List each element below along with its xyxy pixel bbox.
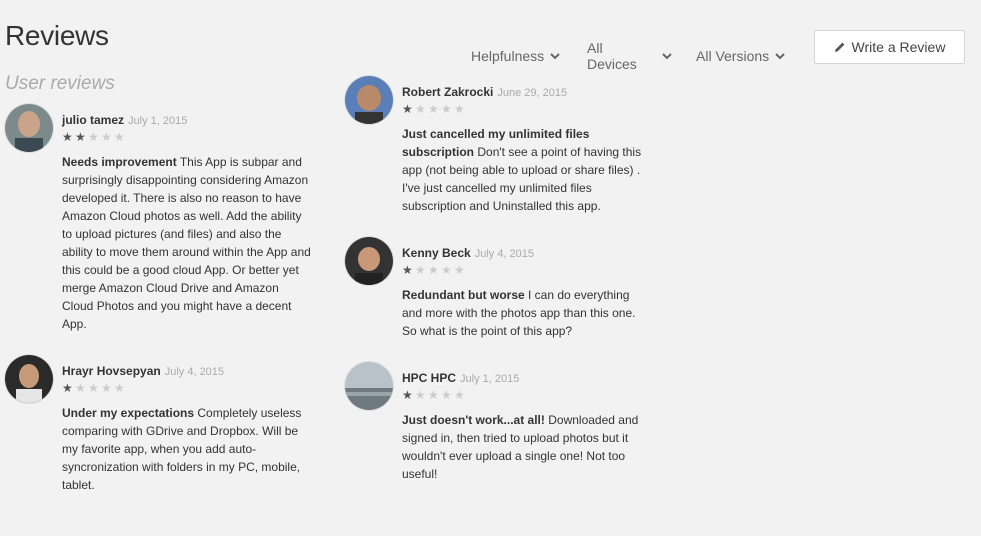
review-headline: Just doesn't work...at all!	[402, 413, 545, 427]
star-icon: ★	[428, 102, 439, 116]
chevron-down-icon	[662, 53, 672, 60]
review-date: July 1, 2015	[128, 115, 188, 127]
review-text: This App is subpar and surprisingly disa…	[62, 155, 311, 331]
star-rating: ★ ★ ★ ★ ★	[402, 389, 467, 401]
filter-versions-dropdown[interactable]: All Versions	[696, 40, 785, 72]
review-headline: Needs improvement	[62, 155, 177, 169]
review-body: Just doesn't work...at all! Downloaded a…	[402, 411, 652, 483]
filter-label: All Versions	[696, 48, 770, 64]
star-icon: ★	[75, 381, 86, 395]
star-icon: ★	[88, 130, 99, 144]
star-icon: ★	[101, 130, 112, 144]
star-icon: ★	[415, 102, 426, 116]
star-icon: ★	[415, 388, 426, 402]
chevron-down-icon	[550, 53, 560, 60]
star-icon: ★	[114, 130, 125, 144]
reviewer-name[interactable]: Kenny Beck	[402, 246, 471, 260]
review-body: Under my expectations Completely useless…	[62, 404, 312, 494]
filter-label: All Devices	[587, 40, 637, 72]
review-date: July 4, 2015	[164, 366, 225, 378]
star-icon: ★	[62, 130, 73, 144]
star-icon: ★	[114, 381, 125, 395]
star-icon: ★	[428, 263, 439, 277]
filter-label: Helpfulness	[471, 48, 545, 64]
star-icon: ★	[454, 102, 465, 116]
star-icon: ★	[441, 102, 452, 116]
star-icon: ★	[62, 381, 73, 395]
star-rating: ★ ★ ★ ★ ★	[62, 131, 127, 143]
review-headline: Redundant but worse	[402, 288, 525, 302]
review-date: July 1, 2015	[460, 373, 520, 385]
star-icon: ★	[75, 130, 86, 144]
reviewer-name[interactable]: julio tamez	[62, 113, 124, 127]
star-icon: ★	[441, 263, 452, 277]
chevron-down-icon	[775, 53, 785, 60]
review-headline: Under my expectations	[62, 406, 195, 420]
review-date: July 4, 2015	[474, 248, 535, 260]
avatar[interactable]	[345, 237, 393, 285]
star-icon: ★	[454, 388, 465, 402]
reviewer-name[interactable]: HPC HPC	[402, 371, 456, 385]
star-rating: ★ ★ ★ ★ ★	[62, 382, 127, 394]
star-icon: ★	[88, 381, 99, 395]
write-review-button[interactable]: Write a Review	[814, 30, 965, 64]
reviewer-name[interactable]: Robert Zakrocki	[402, 85, 493, 99]
star-icon: ★	[454, 263, 465, 277]
avatar[interactable]	[5, 104, 53, 152]
avatar[interactable]	[345, 362, 393, 410]
reviewer-name[interactable]: Hrayr Hovsepyan	[62, 364, 161, 378]
star-icon: ★	[101, 381, 112, 395]
avatar[interactable]	[5, 355, 53, 403]
review-body: Just cancelled my unlimited files subscr…	[402, 125, 652, 215]
section-subtitle: User reviews	[5, 73, 115, 94]
review-body: Redundant but worse I can do everything …	[402, 286, 652, 340]
star-rating: ★ ★ ★ ★ ★	[402, 264, 467, 276]
filter-devices-dropdown[interactable]: All Devices	[587, 40, 672, 72]
pencil-icon	[834, 42, 844, 52]
star-icon: ★	[415, 263, 426, 277]
star-icon: ★	[441, 388, 452, 402]
sort-helpfulness-dropdown[interactable]: Helpfulness	[471, 40, 563, 72]
review-body: Needs improvement This App is subpar and…	[62, 153, 312, 333]
star-icon: ★	[402, 263, 413, 277]
write-review-label: Write a Review	[851, 39, 946, 55]
page-title: Reviews	[5, 20, 109, 51]
avatar[interactable]	[345, 76, 393, 124]
review-date: June 29, 2015	[497, 87, 568, 99]
filter-bar: Helpfulness All Devices All Versions	[471, 40, 809, 72]
star-rating: ★ ★ ★ ★ ★	[402, 103, 467, 115]
star-icon: ★	[402, 388, 413, 402]
star-icon: ★	[428, 388, 439, 402]
star-icon: ★	[402, 102, 413, 116]
